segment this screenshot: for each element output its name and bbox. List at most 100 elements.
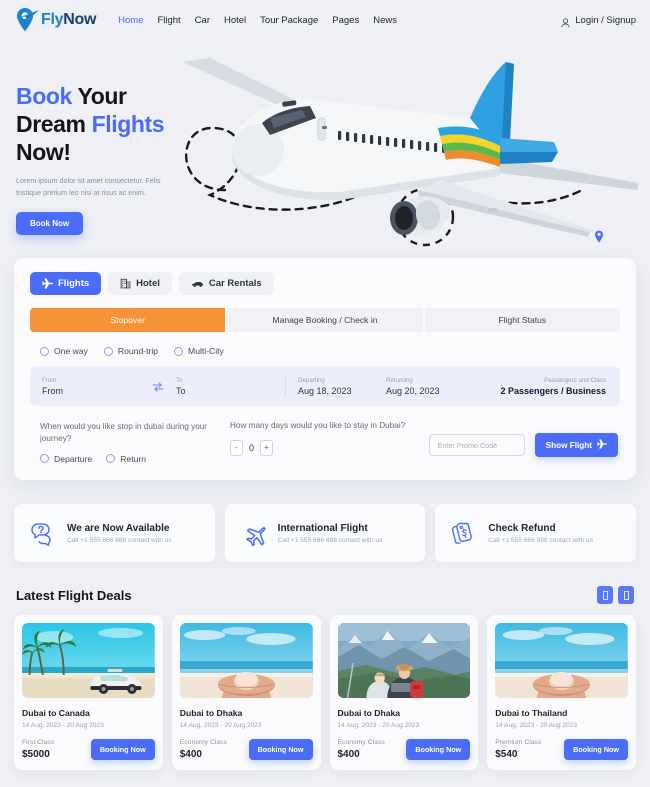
deal-card[interactable]: Dubai to Thailand 14 Aug, 2023 - 20 Aug …: [487, 615, 636, 770]
radio-departure[interactable]: Departure: [40, 454, 92, 464]
booking-now-button[interactable]: Booking Now: [564, 739, 628, 760]
to-field-value: To: [176, 385, 186, 396]
show-flight-button[interactable]: Show Flight: [534, 433, 618, 457]
tab-car-rentals[interactable]: Car Rentals: [178, 272, 274, 295]
deal-title: Dubai to Dhaka: [179, 708, 243, 718]
booking-now-button[interactable]: Booking Now: [90, 739, 155, 760]
building-icon: [120, 278, 131, 289]
stepper-value: 0: [249, 443, 255, 453]
deal-dates: 14 Aug, 2023 - 20 Aug 2023: [22, 722, 104, 729]
deal-card[interactable]: Dubai to Canada 14 Aug, 2023 - 20 Aug 20…: [14, 615, 163, 770]
feature-title: We are Now Available: [67, 522, 170, 534]
stay-days-question: How many days would you like to stay in …: [230, 421, 406, 430]
radio-multi-city[interactable]: Multi-City: [174, 346, 224, 356]
hero-title-book: Book: [16, 83, 72, 109]
site-header: FlyNow Home Flight Car Hotel Tour Packag…: [0, 0, 650, 40]
tab-car-rentals-label: Car Rentals: [208, 278, 262, 289]
deal-card[interactable]: Dubai to Dhaka 14 Aug, 2023 - 20 Aug 202…: [171, 615, 321, 770]
feature-text-block: International Flight Call +1 555 666 888…: [278, 523, 383, 544]
stopover-radios: Departure Return: [40, 454, 230, 464]
tab-flight-status[interactable]: Flight Status: [422, 308, 620, 332]
chevron-right-icon[interactable]: [618, 586, 634, 604]
hero-title-now: Now!: [16, 139, 71, 166]
nav-item-tour-package[interactable]: Tour Package: [260, 15, 318, 26]
passengers-class-field[interactable]: Passengers and Class 2 Passengers / Busi…: [462, 366, 620, 406]
location-pin-icon: [594, 230, 604, 244]
hero-section: Book Your Dream Flights Now! Lorem ipsum…: [0, 40, 650, 255]
deal-footer: Economy Class $400 Booking Now: [180, 739, 313, 760]
feature-card-check-refund[interactable]: Check Refund Call +1 555 666 888 contact…: [435, 504, 637, 562]
deal-price: $400: [179, 749, 202, 760]
to-field-label: To: [176, 376, 183, 384]
deals-header: Latest Flight Deals: [16, 586, 634, 604]
radio-one-way[interactable]: One way: [40, 346, 88, 356]
nav-item-flight[interactable]: Flight: [157, 15, 180, 26]
swap-arrows-icon[interactable]: [152, 380, 164, 392]
deal-footer: First Class $5000 Booking Now: [22, 739, 155, 760]
header-account[interactable]: Login / Signup: [561, 15, 636, 28]
nav-item-hotel[interactable]: Hotel: [224, 15, 246, 26]
deal-cards: Dubai to Canada 14 Aug, 2023 - 20 Aug 20…: [14, 615, 636, 770]
booking-now-button[interactable]: Booking Now: [406, 739, 471, 760]
main-nav: Home Flight Car Hotel Tour Package Pages…: [118, 15, 397, 26]
stay-days-block: How many days would you like to stay in …: [230, 421, 425, 456]
feature-subtitle: Call +1 555 666 888 contact with us: [67, 536, 172, 544]
feature-cards: We are Now Available Call +1 555 666 888…: [14, 504, 637, 562]
nav-item-pages[interactable]: Pages: [332, 15, 359, 26]
book-now-button[interactable]: Book Now: [16, 212, 84, 236]
logo[interactable]: FlyNow: [14, 6, 96, 34]
beach-sunhat-photo: [179, 623, 313, 698]
from-field[interactable]: From From: [30, 366, 150, 406]
page-title: Book Your Dream Flights Now!: [16, 82, 221, 166]
deal-title: Dubai to Dhaka: [337, 708, 401, 718]
stepper-decrement-button[interactable]: -: [230, 440, 243, 456]
feature-card-available[interactable]: We are Now Available Call +1 555 666 888…: [14, 504, 215, 562]
page-root: FlyNow Home Flight Car Hotel Tour Packag…: [0, 0, 650, 787]
logo-text: FlyNow: [41, 11, 96, 29]
to-field[interactable]: To To: [150, 366, 285, 406]
feature-subtitle: Call +1 555 666 888 contact with us: [488, 536, 593, 544]
hero-title-flights: Flights: [91, 111, 165, 138]
deal-price-block: Economy Class $400: [180, 739, 227, 760]
from-field-value: From: [42, 385, 63, 396]
radio-return[interactable]: Return: [106, 454, 146, 464]
chevron-left-icon[interactable]: [597, 586, 613, 604]
tab-flights[interactable]: Flights: [30, 272, 102, 295]
booking-now-button[interactable]: Booking Now: [248, 739, 313, 760]
login-signup-label[interactable]: Login / Signup: [575, 15, 636, 26]
stopover-question: When would you like stop in dubai during…: [40, 422, 208, 443]
feature-card-international-flight[interactable]: International Flight Call +1 555 666 888…: [224, 504, 426, 562]
airplane-icon: [241, 520, 267, 547]
stopover-question-block: When would you like stop in dubai during…: [40, 421, 230, 464]
nav-item-news[interactable]: News: [373, 15, 397, 26]
stepper-increment-button[interactable]: +: [260, 440, 274, 456]
logo-text-fly: Fly: [41, 11, 64, 28]
nav-item-home[interactable]: Home: [118, 15, 143, 26]
returning-field-label: Returning: [386, 376, 413, 384]
nav-item-car[interactable]: Car: [195, 15, 210, 26]
radio-circle-icon: [174, 346, 184, 356]
hero-title-your: Your: [71, 83, 127, 109]
missing-glyph-box: [623, 590, 629, 600]
deal-card[interactable]: Dubai to Dhaka 14 Aug, 2023 - 20 Aug 202…: [329, 615, 479, 770]
returning-field[interactable]: Returning Aug 20, 2023: [374, 366, 462, 406]
departing-field[interactable]: Departing Aug 18, 2023: [286, 366, 374, 406]
deal-dates: 14 Aug, 2023 - 20 Aug 2023: [337, 722, 420, 729]
promo-code-input[interactable]: [428, 434, 525, 456]
hero-subtitle: Lorem ipsum dolor sit amet consectetur. …: [16, 176, 161, 197]
deal-price: $400: [337, 749, 360, 760]
deal-footer: Premium Class $540 Booking Now: [495, 739, 628, 760]
deal-price-block: First Class $5000: [22, 739, 54, 760]
mountain-hikers-photo: [337, 623, 471, 698]
deal-class: Premium Class: [495, 739, 542, 746]
plane-icon: [42, 278, 53, 289]
radio-round-trip[interactable]: Round-trip: [103, 346, 158, 356]
tab-hotel[interactable]: Hotel: [108, 272, 172, 295]
tab-stopover[interactable]: Stopover: [30, 308, 226, 332]
tab-manage-booking[interactable]: Manage Booking / Check in: [225, 308, 423, 332]
deal-footer: Economy Class $400 Booking Now: [338, 739, 471, 760]
trip-type-radios: One way Round-trip Multi-City: [30, 346, 620, 356]
deal-price: $5000: [22, 749, 50, 760]
logo-text-now: Now: [63, 11, 97, 28]
from-field-label: From: [42, 376, 57, 384]
